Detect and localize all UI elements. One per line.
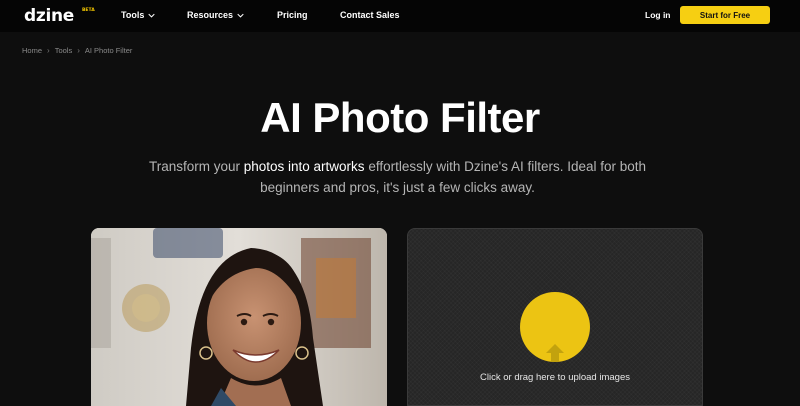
logo-text: dzine [24, 6, 75, 26]
nav-tools-label: Tools [121, 10, 145, 20]
chevron-down-icon [148, 13, 155, 18]
nav-resources-label: Resources [187, 10, 234, 20]
nav-tools[interactable]: Tools [121, 10, 155, 20]
upload-instructions: Click or drag here to upload images [480, 372, 630, 383]
breadcrumb: Home › Tools › AI Photo Filter [22, 46, 132, 55]
start-for-free-button[interactable]: Start for Free [680, 6, 770, 24]
breadcrumb-home[interactable]: Home [22, 46, 42, 55]
subtitle-part-1: Transform your [148, 159, 244, 174]
page-subtitle: Transform your photos into artworks effo… [120, 156, 675, 198]
breadcrumb-current: AI Photo Filter [84, 46, 133, 55]
nav-pricing-label: Pricing [277, 10, 308, 20]
top-navbar: dzine BETA Tools Resources Pricing Conta… [0, 0, 800, 32]
nav-contact-sales-label: Contact Sales [340, 10, 400, 20]
upload-arrow-icon [546, 344, 564, 362]
chevron-down-icon [237, 13, 244, 18]
portrait-image [91, 228, 387, 406]
dzine-logo[interactable]: dzine BETA [24, 6, 95, 26]
login-link[interactable]: Log in [645, 10, 671, 20]
chevron-right-icon: › [77, 46, 80, 55]
nav-pricing[interactable]: Pricing [277, 10, 308, 20]
breadcrumb-tools[interactable]: Tools [55, 46, 73, 55]
example-photo [91, 228, 387, 406]
upload-dropzone[interactable]: Click or drag here to upload images [407, 228, 703, 406]
chevron-right-icon: › [47, 46, 50, 55]
beta-badge: BETA [82, 8, 95, 13]
nav-resources[interactable]: Resources [187, 10, 244, 20]
nav-contact-sales[interactable]: Contact Sales [340, 10, 400, 20]
subtitle-highlight: photos into artworks [243, 159, 365, 174]
page-title: AI Photo Filter [260, 94, 540, 141]
